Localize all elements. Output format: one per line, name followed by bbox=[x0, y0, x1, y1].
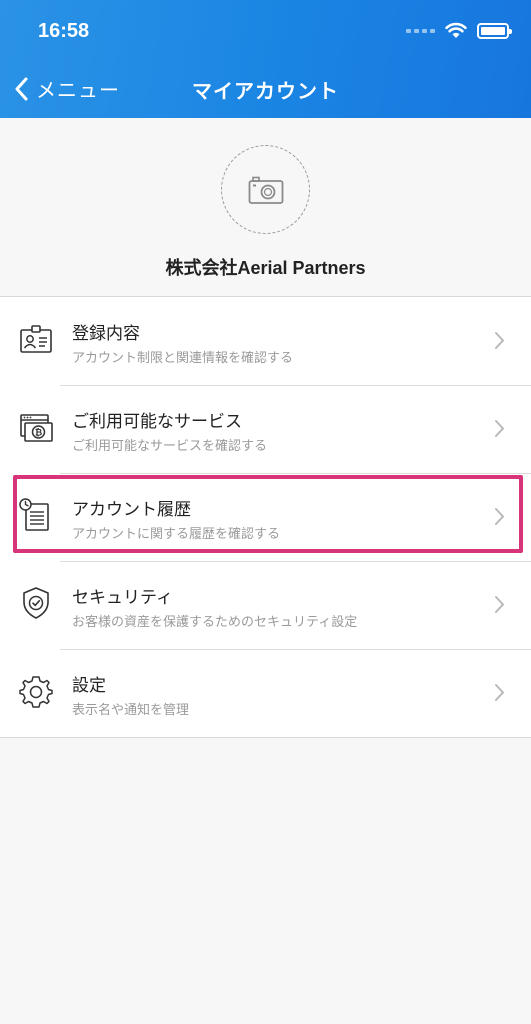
menu-item-title: ご利用可能なサービス bbox=[72, 412, 242, 432]
menu-item-title: 登録内容 bbox=[72, 324, 140, 344]
bitcoin-browser-icon: ₿ bbox=[20, 414, 53, 442]
camera-icon bbox=[248, 176, 283, 204]
menu-item-title: 設定 bbox=[72, 676, 106, 696]
menu-item-subtitle: アカウントに関する履歴を確認する bbox=[72, 527, 281, 542]
menu-item-title: アカウント履歴 bbox=[72, 500, 191, 520]
menu-item-subtitle: 表示名や通知を管理 bbox=[72, 703, 190, 718]
chevron-right-icon bbox=[495, 508, 504, 525]
chevron-right-icon bbox=[495, 684, 504, 701]
gear-icon bbox=[19, 676, 53, 708]
shield-check-icon bbox=[23, 587, 49, 619]
page-title: マイアカウント bbox=[192, 79, 339, 103]
menu-item-subtitle: アカウント制限と関連情報を確認する bbox=[72, 351, 294, 366]
menu-item-subtitle: お客様の資産を保護するためのセキュリティ設定 bbox=[72, 615, 358, 630]
app-header: 16:58 メニュー マイアカウント bbox=[0, 0, 531, 118]
account-menu: 登録内容 アカウント制限と関連情報を確認する ₿ ご利用可能なサービス ご利用可… bbox=[0, 296, 531, 738]
menu-item-security[interactable]: セキュリティ お客様の資産を保護するためのセキュリティ設定 bbox=[0, 561, 531, 649]
cellular-signal-icon bbox=[406, 28, 435, 33]
profile-section: 株式会社Aerial Partners bbox=[0, 118, 531, 296]
id-card-icon bbox=[20, 325, 52, 353]
menu-item-title: セキュリティ bbox=[72, 588, 173, 608]
history-document-icon bbox=[19, 498, 49, 531]
chevron-right-icon bbox=[495, 420, 504, 437]
menu-item-services[interactable]: ₿ ご利用可能なサービス ご利用可能なサービスを確認する bbox=[0, 385, 531, 473]
menu-item-settings[interactable]: 設定 表示名や通知を管理 bbox=[0, 649, 531, 737]
menu-item-account-history[interactable]: アカウント履歴 アカウントに関する履歴を確認する bbox=[0, 473, 531, 561]
chevron-right-icon bbox=[495, 596, 504, 613]
menu-item-registration[interactable]: 登録内容 アカウント制限と関連情報を確認する bbox=[0, 297, 531, 385]
menu-item-subtitle: ご利用可能なサービスを確認する bbox=[72, 439, 268, 454]
battery-icon bbox=[477, 22, 512, 39]
avatar-upload[interactable] bbox=[221, 145, 310, 234]
status-indicators bbox=[406, 22, 512, 39]
company-name: 株式会社Aerial Partners bbox=[165, 258, 366, 278]
svg-text:₿: ₿ bbox=[35, 428, 42, 439]
chevron-right-icon bbox=[495, 332, 504, 349]
wifi-icon bbox=[445, 22, 467, 38]
status-time: 16:58 bbox=[38, 20, 90, 42]
